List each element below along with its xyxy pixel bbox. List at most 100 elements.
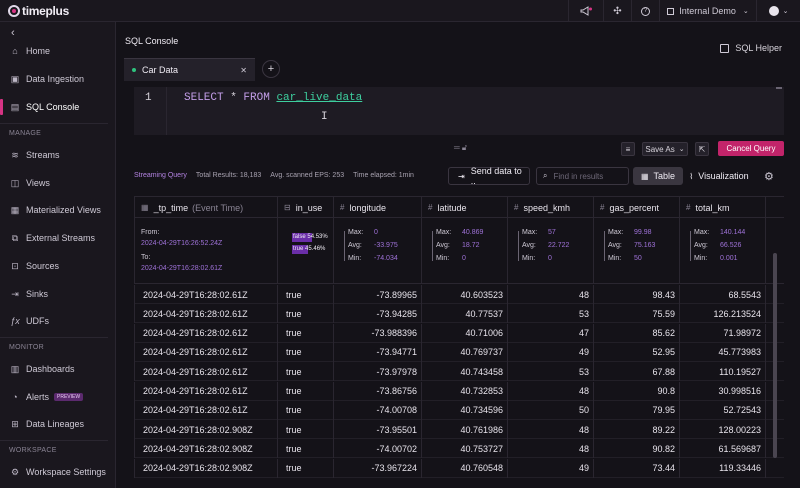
tab-car-data[interactable]: Car Data ✕ <box>124 58 255 81</box>
help-button[interactable]: ? <box>631 0 659 22</box>
cell-tp-time: 2024-04-29T16:28:02.61Z <box>134 362 277 382</box>
sidebar-item-data-lineages[interactable]: ⊞ Data Lineages <box>0 414 116 434</box>
workspace-switcher[interactable]: Internal Demo ⌄ <box>659 0 756 22</box>
hash-icon: # <box>600 203 605 212</box>
save-as-button[interactable]: Save As ⌄ <box>642 142 688 156</box>
sidebar-item-label: Sources <box>26 261 60 271</box>
cell-latitude: 40.760548 <box>421 458 507 478</box>
send-data-label: Send data to .. <box>470 166 522 186</box>
column-header-gas-percent[interactable]: # gas_percent <box>593 197 679 218</box>
sidebar-item-workspace-settings[interactable]: ⚙ Workspace Settings <box>0 462 116 482</box>
table-row[interactable]: 2024-04-29T16:28:02.908Z true -74.00702 40.… <box>134 439 784 459</box>
cell-tp-time: 2024-04-29T16:28:02.61Z <box>134 400 277 420</box>
cell-longitude: -73.94285 <box>333 304 421 324</box>
table-row[interactable]: 2024-04-29T16:28:02.908Z true -73.95501 40.… <box>134 420 784 440</box>
help-icon: ? <box>641 6 650 16</box>
sidebar-item-label: Dashboards <box>26 364 75 374</box>
sidebar-item-materialized-views[interactable]: ▦ Materialized Views <box>0 200 116 220</box>
sql-editor[interactable]: 1 SELECT * FROM car_live_data I <box>134 87 784 135</box>
slack-button[interactable]: ✣ <box>603 0 631 22</box>
hash-icon: # <box>514 203 519 212</box>
column-header-tp-time[interactable]: ▦ _tp_time (Event Time) <box>134 197 277 218</box>
gas-stats: Max: 99.98 Avg: 75.163 Min: 50 <box>593 218 679 284</box>
format-button[interactable]: ≡ <box>621 142 635 156</box>
min-label: Min: <box>694 255 708 262</box>
longitude-min: -74.034 <box>374 255 398 262</box>
sql-keyword-select: SELECT <box>184 92 224 104</box>
announcement-button[interactable] <box>568 0 603 22</box>
table-row[interactable]: 2024-04-29T16:28:02.61Z true -73.97978 40.7… <box>134 362 784 382</box>
cell-gas-percent: 52.95 <box>593 342 679 362</box>
sidebar-item-dashboards[interactable]: ▥ Dashboards <box>0 359 116 379</box>
cell-speed-kmh: 48 <box>507 381 593 401</box>
sidebar-item-udfs[interactable]: ƒx UDFs <box>0 311 116 331</box>
sidebar-item-label: Home <box>26 46 51 56</box>
table-row[interactable]: 2024-04-29T16:28:02.908Z true -73.967224 40… <box>134 458 784 478</box>
cancel-query-button[interactable]: Cancel Query <box>718 141 784 156</box>
page-title: SQL Console <box>125 36 179 46</box>
add-tab-button[interactable]: + <box>262 60 280 78</box>
sidebar-item-views[interactable]: ◫ Views <box>0 173 116 193</box>
latitude-min: 0 <box>462 255 466 262</box>
calendar-icon: ▦ <box>141 203 149 212</box>
hash-icon: # <box>340 203 345 212</box>
resize-handle[interactable]: ═ 🔓︎ <box>454 143 467 153</box>
cell-in-use: true <box>277 458 333 478</box>
visualization-toggle[interactable]: ⌇ Visualization <box>686 167 752 185</box>
cell-total-km: 30.998516 <box>679 381 765 401</box>
user-menu[interactable]: ⌄ <box>756 0 800 22</box>
table-row[interactable]: 2024-04-29T16:28:02.61Z true -73.89965 40.6… <box>134 285 784 304</box>
cell-tp-time: 2024-04-29T16:28:02.61Z <box>134 323 277 343</box>
table-row[interactable]: 2024-04-29T16:28:02.61Z true -73.94285 40.7… <box>134 304 784 324</box>
sidebar-item-sql-console[interactable]: ▤ SQL Console <box>0 97 116 117</box>
sql-helper-button[interactable]: SQL Helper <box>720 43 782 53</box>
sql-table-name[interactable]: car_live_data <box>276 92 362 104</box>
table-row[interactable]: 2024-04-29T16:28:02.61Z true -73.988396 40.… <box>134 323 784 343</box>
min-label: Min: <box>608 255 622 262</box>
results-scrollbar[interactable] <box>773 253 777 458</box>
sidebar-item-home[interactable]: ⌂ Home <box>0 41 116 61</box>
cell-total-km: 71.98972 <box>679 323 765 343</box>
table-row[interactable]: 2024-04-29T16:28:02.61Z true -74.00708 40.7… <box>134 400 784 420</box>
sidebar-item-external-streams[interactable]: ⧉ External Streams <box>0 228 116 248</box>
editor-scrollbar[interactable] <box>776 87 782 89</box>
table-row[interactable]: 2024-04-29T16:28:02.61Z true -73.94771 40.7… <box>134 342 784 362</box>
sidebar-item-streams[interactable]: ≋ Streams <box>0 145 116 165</box>
app-logo[interactable]: timeplus <box>8 4 69 18</box>
table-settings-icon[interactable]: ⚙ <box>764 170 774 183</box>
table-view-toggle[interactable]: ▦ Table <box>633 167 683 185</box>
workspace-icon <box>667 7 675 15</box>
find-in-results-field[interactable]: ⌕ Find in results <box>536 167 629 185</box>
sidebar-item-sources[interactable]: ⊡ Sources <box>0 256 116 276</box>
hash-icon: # <box>686 203 691 212</box>
sidebar-item-alerts[interactable]: ◔ Alerts PREVIEW <box>0 387 116 407</box>
sidebar-item-sinks[interactable]: ⇥ Sinks <box>0 284 116 304</box>
max-label: Max: <box>522 229 538 236</box>
cell-latitude: 40.603523 <box>421 285 507 304</box>
cell-gas-percent: 67.88 <box>593 362 679 382</box>
cell-in-use: true <box>277 304 333 324</box>
logo-text: timeplus <box>22 4 69 18</box>
cell-total-km: 61.569687 <box>679 439 765 459</box>
avg-eps: Avg. scanned EPS: 253 <box>270 172 345 179</box>
cell-total-km: 52.72543 <box>679 400 765 420</box>
sidebar-item-data-ingestion[interactable]: ▣ Data Ingestion <box>0 69 116 89</box>
column-header-speed-kmh[interactable]: # speed_kmh <box>507 197 593 218</box>
cell-gas-percent: 75.59 <box>593 304 679 324</box>
true-share-row: true 45.46% <box>292 245 328 254</box>
table-row[interactable]: 2024-04-29T16:28:02.61Z true -73.86756 40.7… <box>134 381 784 401</box>
close-icon[interactable]: ✕ <box>240 66 247 75</box>
editor-gutter <box>166 87 167 135</box>
collapse-sidebar-icon[interactable]: ‹ <box>11 27 15 39</box>
avg-label: Avg: <box>436 242 450 249</box>
open-external-button[interactable]: ⇱ <box>695 142 709 156</box>
send-data-button[interactable]: ⇥ Send data to .. <box>448 166 530 186</box>
cell-speed-kmh: 49 <box>507 342 593 362</box>
column-header-longitude[interactable]: # longitude <box>333 197 421 218</box>
total-results: Total Results: 18,183 <box>195 172 262 179</box>
cell-latitude: 40.761986 <box>421 420 507 440</box>
column-header-latitude[interactable]: # latitude <box>421 197 507 218</box>
column-header-total-km[interactable]: # total_km <box>679 197 765 218</box>
column-header-in-use[interactable]: ⊟ in_use <box>277 197 333 218</box>
megaphone-icon <box>580 6 592 16</box>
